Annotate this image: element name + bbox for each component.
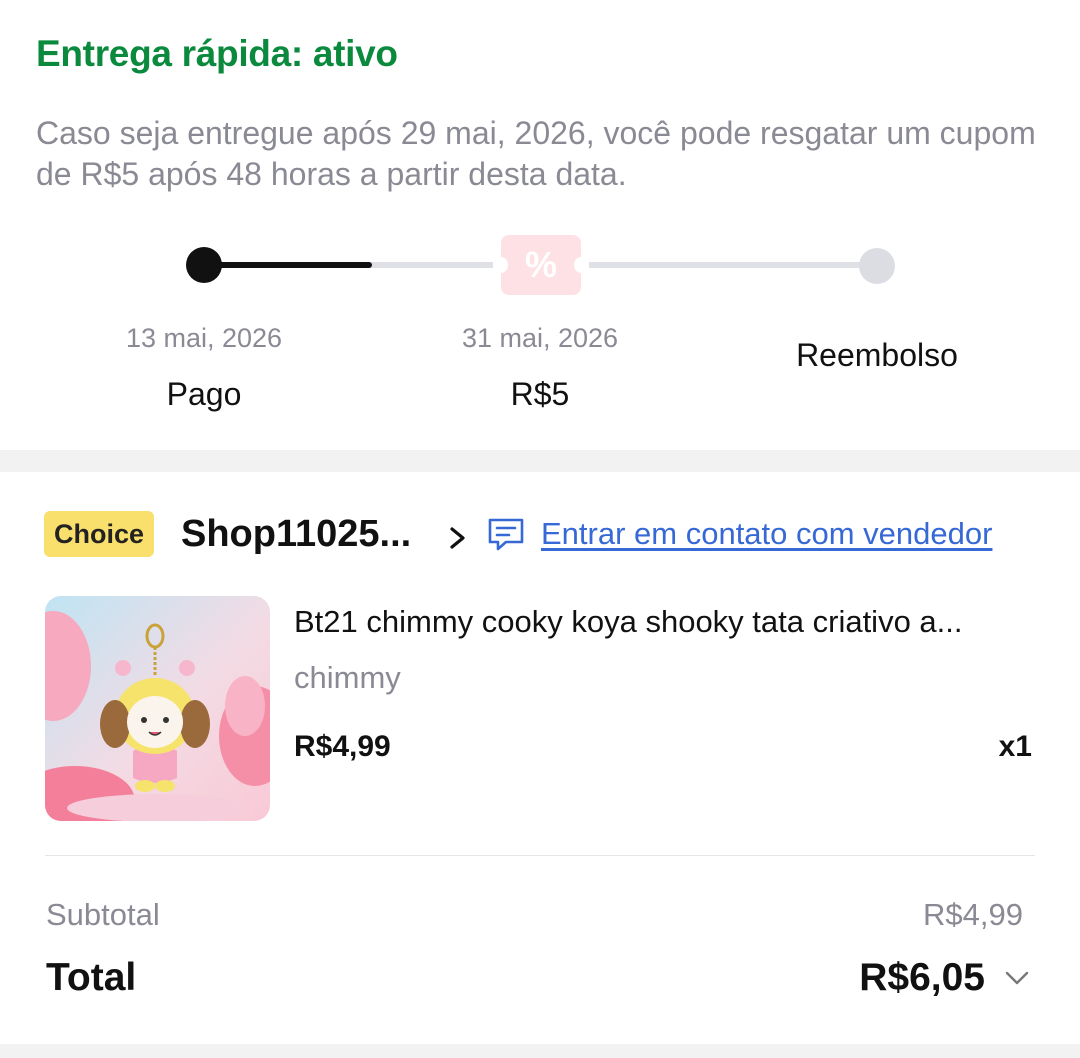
divider	[45, 855, 1035, 856]
step-coupon-label: R$5	[510, 376, 570, 412]
chevron-right-icon[interactable]	[444, 520, 472, 556]
total-value[interactable]: R$6,05	[859, 956, 985, 1000]
timeline-dot-refund	[859, 248, 895, 284]
product-price: R$4,99	[294, 730, 391, 763]
product-title[interactable]: Bt21 chimmy cooky koya shooky tata criat…	[294, 604, 1039, 640]
coupon-percent-icon: %	[494, 235, 588, 295]
chat-message-icon[interactable]	[486, 516, 526, 552]
product-quantity: x1	[998, 730, 1032, 763]
timeline-dot-paid	[186, 247, 222, 283]
step-coupon-date: 31 mai, 2026	[461, 323, 619, 353]
contact-seller-link[interactable]: Entrar em contato com vendedor	[541, 516, 992, 552]
product-image[interactable]	[45, 596, 270, 821]
delivery-status-title: Entrega rápida: ativo	[36, 33, 398, 74]
total-label: Total	[46, 956, 137, 999]
timeline-progress	[204, 262, 372, 268]
step-paid-date: 13 mai, 2026	[125, 323, 283, 353]
subtotal-value: R$4,99	[923, 897, 1023, 932]
choice-badge: Choice	[44, 511, 154, 557]
timeline-coupon: %	[493, 234, 589, 296]
delivery-description: Caso seja entregue após 29 mai, 2026, vo…	[36, 115, 1036, 192]
shop-name[interactable]: Shop11025...	[181, 513, 411, 556]
product-variant: chimmy	[294, 660, 401, 695]
step-paid-label: Pago	[166, 376, 242, 412]
fast-delivery-card: Entrega rápida: ativo Caso seja entregue…	[0, 0, 1080, 450]
step-refund-label: Reembolso	[796, 337, 958, 373]
subtotal-label: Subtotal	[46, 897, 160, 932]
chevron-down-icon[interactable]	[1001, 964, 1033, 992]
